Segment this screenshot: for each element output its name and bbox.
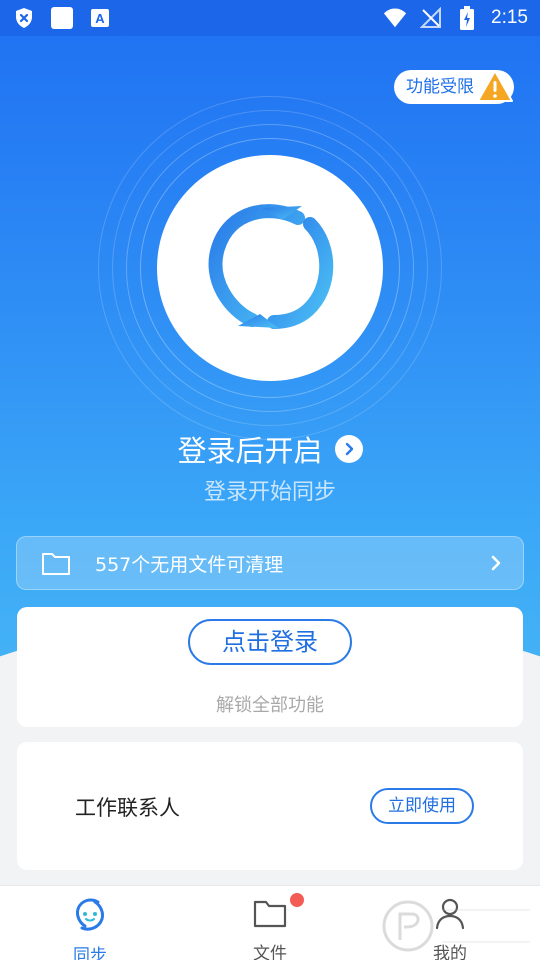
sync-icon	[72, 896, 108, 937]
tab-sync[interactable]: 同步	[0, 886, 180, 960]
status-time: 2:15	[491, 7, 528, 28]
login-card: 点击登录 解锁全部功能	[17, 607, 523, 727]
chevron-right-icon	[489, 554, 503, 572]
font-a-icon: A	[88, 6, 112, 30]
work-contacts-card: 工作联系人 立即使用	[17, 742, 523, 870]
white-square-icon	[50, 6, 74, 30]
use-now-button[interactable]: 立即使用	[370, 788, 474, 824]
hero-title: 登录后开启	[177, 434, 323, 468]
feature-limited-label: 功能受限	[406, 77, 474, 97]
login-prompt[interactable]: 登录后开启	[0, 428, 540, 470]
svg-text:A: A	[95, 11, 105, 26]
watermark-logo-icon	[382, 900, 530, 952]
folder-icon	[252, 896, 288, 935]
tab-sync-label: 同步	[73, 946, 107, 960]
clean-files-bar[interactable]: 557个无用文件可清理	[16, 536, 524, 590]
unlock-hint: 解锁全部功能	[216, 695, 324, 716]
clean-files-text: 557个无用文件可清理	[95, 553, 284, 576]
no-signal-icon	[419, 6, 443, 30]
work-contacts-label: 工作联系人	[75, 796, 180, 820]
folder-icon	[41, 550, 71, 576]
notification-dot	[290, 893, 304, 907]
warning-icon	[476, 68, 514, 116]
login-button[interactable]: 点击登录	[188, 619, 352, 665]
status-bar: A 2:15	[0, 0, 540, 36]
shield-x-icon	[12, 6, 36, 30]
sync-circle-button[interactable]	[157, 155, 383, 381]
tab-files[interactable]: 文件	[180, 886, 360, 960]
hero-subtitle: 登录开始同步	[203, 480, 336, 505]
tab-files-label: 文件	[253, 944, 287, 960]
feature-limited-badge[interactable]: 功能受限	[394, 70, 514, 104]
sync-arrows-icon	[208, 204, 334, 329]
chevron-right-circle-icon	[334, 435, 363, 463]
battery-charging-icon	[455, 6, 479, 30]
wifi-icon	[383, 6, 407, 30]
